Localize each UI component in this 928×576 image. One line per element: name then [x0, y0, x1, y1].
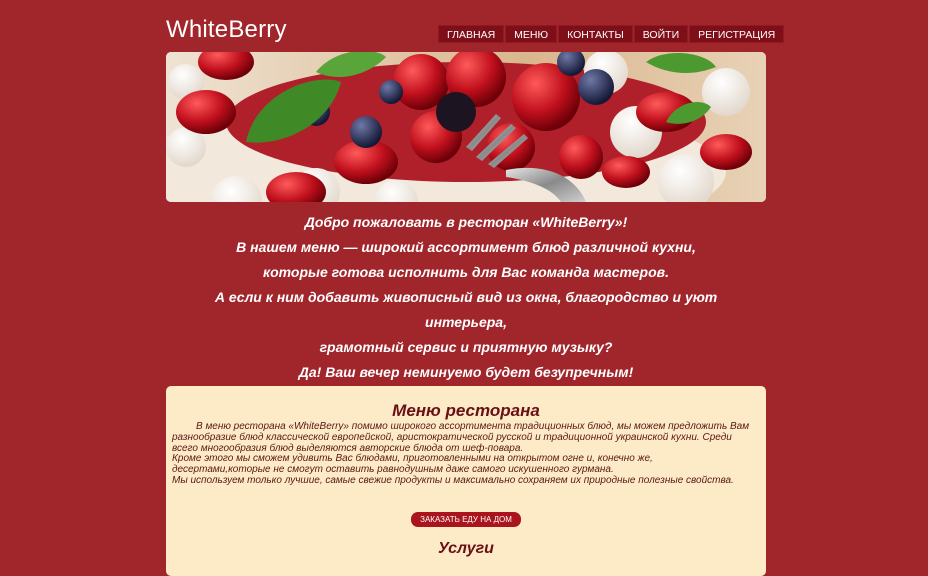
nav-register[interactable]: РЕГИСТРАЦИЯ — [689, 25, 785, 43]
nav-home[interactable]: ГЛАВНАЯ — [438, 25, 505, 43]
menu-paragraph: Мы используем только лучшие, самые свежи… — [172, 474, 734, 486]
welcome-line: которые готова исполнить для Вас команда… — [263, 264, 669, 280]
main-nav: ГЛАВНАЯ МЕНЮ КОНТАКТЫ ВОЙТИ РЕГИСТРАЦИЯ — [438, 25, 785, 43]
menu-paragraph: В меню ресторана «WhiteBerry» помимо шир… — [172, 421, 750, 454]
dessert-berries-image — [166, 52, 766, 202]
welcome-line: грамотный сервис и приятную музыку? — [319, 339, 613, 355]
welcome-line: В нашем меню — широкий ассортимент блюд … — [236, 239, 696, 255]
menu-section-title: Меню ресторана — [392, 401, 540, 420]
menu-paragraph: Кроме этого мы сможем удивить Вас блюдам… — [172, 453, 653, 476]
nav-login[interactable]: ВОЙТИ — [633, 25, 689, 43]
welcome-text: Добро пожаловать в ресторан «WhiteBerry»… — [166, 210, 766, 385]
site-logo[interactable]: WhiteBerry — [166, 16, 287, 44]
nav-contacts[interactable]: КОНТАКТЫ — [558, 25, 633, 43]
services-title: Услуги — [438, 540, 494, 557]
order-delivery-button[interactable]: ЗАКАЗАТЬ ЕДУ НА ДОМ — [411, 512, 521, 527]
welcome-line: Добро пожаловать в ресторан «WhiteBerry»… — [304, 214, 628, 230]
menu-panel: Меню ресторана В меню ресторана «WhiteBe… — [166, 386, 766, 576]
welcome-line: Да! Ваш вечер неминуемо будет безупречны… — [298, 364, 634, 380]
hero-image — [166, 52, 766, 202]
nav-menu[interactable]: МЕНЮ — [505, 25, 558, 43]
welcome-line: А если к ним добавить живописный вид из … — [214, 289, 718, 305]
welcome-line: интерьера, — [425, 314, 507, 330]
menu-description: В меню ресторана «WhiteBerry» помимо шир… — [172, 421, 754, 487]
